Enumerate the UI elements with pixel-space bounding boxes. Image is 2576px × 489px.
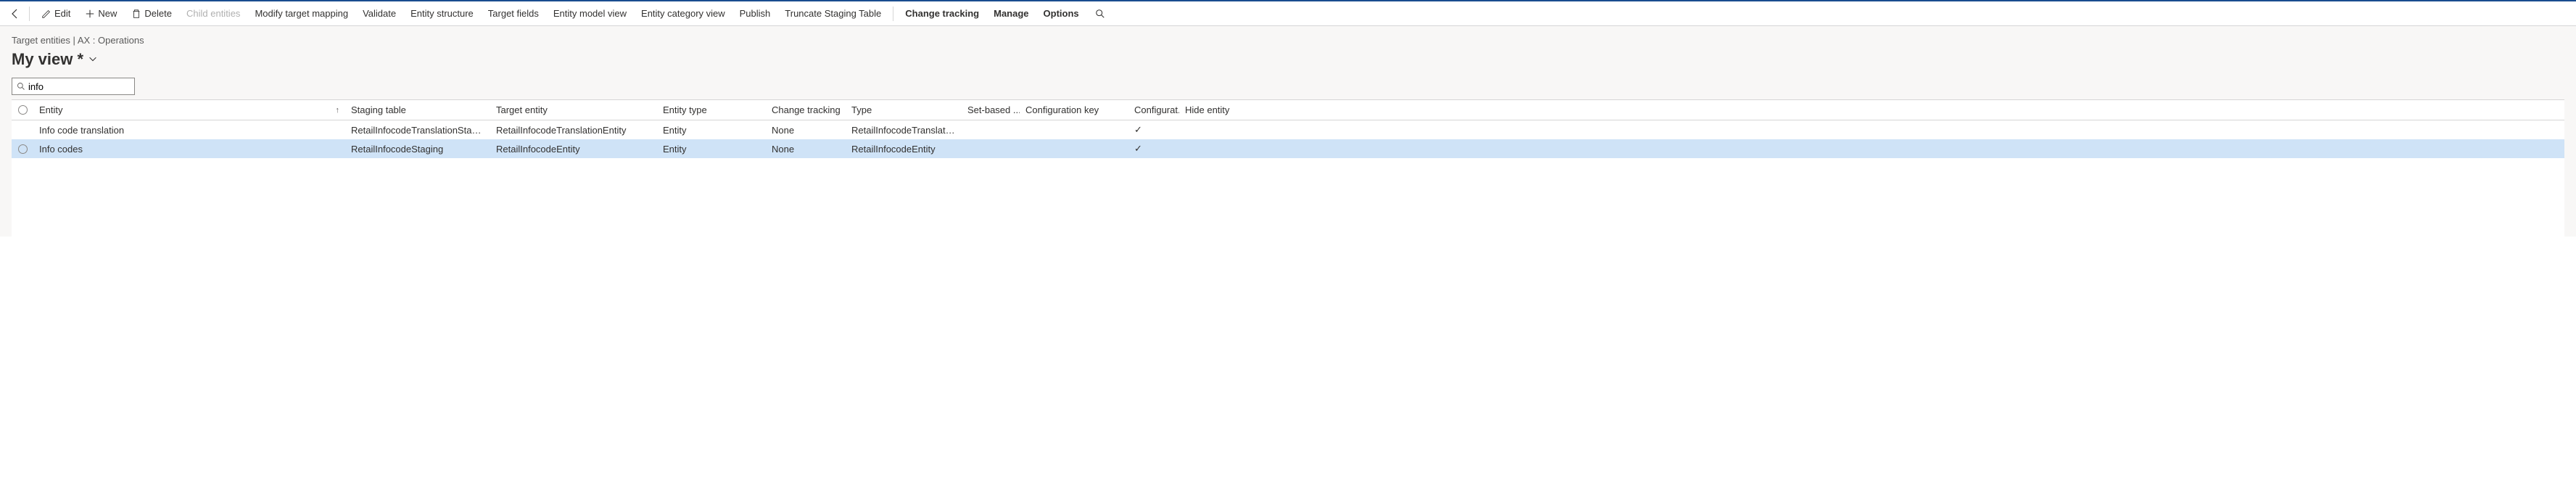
- col-type[interactable]: Type: [846, 102, 962, 118]
- options-label: Options: [1044, 8, 1079, 19]
- entity-structure-button[interactable]: Entity structure: [405, 6, 479, 21]
- cell-spacer: [1244, 128, 2564, 132]
- manage-button[interactable]: Manage: [988, 6, 1034, 21]
- cell-staging-table: RetailInfocodeTranslationStaging: [345, 123, 490, 138]
- sort-asc-icon: ↑: [336, 106, 340, 115]
- cell-entity: Info code translation: [33, 123, 345, 138]
- filter-wrap: [12, 78, 135, 95]
- cell-change-tracking: None: [766, 123, 846, 138]
- entity-category-view-button[interactable]: Entity category view: [635, 6, 731, 21]
- page-title: My view *: [12, 50, 83, 69]
- col-configurat[interactable]: Configurat...: [1128, 102, 1179, 118]
- cell-target-entity: RetailInfocodeEntity: [490, 141, 657, 157]
- new-button[interactable]: New: [79, 6, 123, 21]
- entity-model-view-button[interactable]: Entity model view: [548, 6, 632, 21]
- cell-entity-type: Entity: [657, 123, 766, 138]
- cell-change-tracking: None: [766, 141, 846, 157]
- pencil-icon: [41, 9, 51, 19]
- change-tracking-label: Change tracking: [905, 8, 979, 19]
- grid-header: Entity ↑ Staging table Target entity Ent…: [12, 100, 2564, 120]
- cell-set-based: [962, 147, 1020, 151]
- filter-input[interactable]: [28, 81, 130, 92]
- col-entity[interactable]: Entity ↑: [33, 102, 345, 118]
- circle-icon: [18, 105, 28, 115]
- content-area: Target entities | AX : Operations My vie…: [0, 26, 2576, 237]
- entity-model-view-label: Entity model view: [553, 8, 627, 19]
- action-bar: Edit New Delete Child entities Modify ta…: [0, 1, 2576, 26]
- cell-configurat: ✓: [1128, 141, 1179, 157]
- entity-category-view-label: Entity category view: [641, 8, 725, 19]
- plus-icon: [85, 9, 95, 19]
- validate-label: Validate: [363, 8, 396, 19]
- col-spacer: [1244, 107, 2564, 113]
- publish-label: Publish: [740, 8, 771, 19]
- delete-button[interactable]: Delete: [125, 6, 178, 21]
- child-entities-label: Child entities: [186, 8, 240, 19]
- options-button[interactable]: Options: [1038, 6, 1085, 21]
- validate-button[interactable]: Validate: [357, 6, 402, 21]
- back-button[interactable]: [7, 6, 23, 22]
- cell-target-entity: RetailInfocodeTranslationEntity: [490, 123, 657, 138]
- cell-spacer: [1244, 147, 2564, 151]
- change-tracking-button[interactable]: Change tracking: [899, 6, 985, 21]
- chevron-down-icon: [88, 54, 98, 64]
- header-select-all[interactable]: [12, 102, 33, 118]
- cell-type: RetailInfocodeEntity: [846, 141, 962, 157]
- cell-entity-type: Entity: [657, 141, 766, 157]
- truncate-staging-label: Truncate Staging Table: [785, 8, 881, 19]
- search-icon: [1095, 9, 1105, 19]
- arrow-left-icon: [9, 8, 21, 20]
- target-fields-button[interactable]: Target fields: [482, 6, 545, 21]
- grid-body: Info code translationRetailInfocodeTrans…: [12, 120, 2564, 237]
- edit-button[interactable]: Edit: [36, 6, 76, 21]
- col-configuration-key[interactable]: Configuration key: [1020, 102, 1128, 118]
- entity-grid: Entity ↑ Staging table Target entity Ent…: [12, 99, 2564, 237]
- col-target-entity[interactable]: Target entity: [490, 102, 657, 118]
- cell-configuration-key: [1020, 147, 1128, 151]
- child-entities-button: Child entities: [181, 6, 246, 21]
- view-dropdown[interactable]: [88, 54, 98, 66]
- cell-hide-entity: [1179, 128, 1244, 132]
- cell-entity: Info codes: [33, 141, 345, 157]
- publish-button[interactable]: Publish: [734, 6, 777, 21]
- truncate-staging-button[interactable]: Truncate Staging Table: [779, 6, 887, 21]
- new-label: New: [98, 8, 117, 19]
- title-row: My view *: [12, 49, 2564, 75]
- cell-set-based: [962, 128, 1020, 132]
- col-entity-label: Entity: [39, 104, 63, 115]
- delete-label: Delete: [144, 8, 172, 19]
- breadcrumb: Target entities | AX : Operations: [12, 32, 2564, 49]
- col-set-based[interactable]: Set-based ...: [962, 102, 1020, 118]
- table-row[interactable]: Info codesRetailInfocodeStagingRetailInf…: [12, 139, 2564, 158]
- col-change-tracking[interactable]: Change tracking: [766, 102, 846, 118]
- table-row[interactable]: Info code translationRetailInfocodeTrans…: [12, 120, 2564, 139]
- filter-row: [12, 75, 2564, 99]
- trash-icon: [131, 9, 141, 19]
- edit-label: Edit: [54, 8, 70, 19]
- modify-target-mapping-label: Modify target mapping: [255, 8, 348, 19]
- entity-structure-label: Entity structure: [410, 8, 474, 19]
- cell-hide-entity: [1179, 147, 1244, 151]
- cell-configurat: ✓: [1128, 122, 1179, 138]
- row-selector[interactable]: [12, 142, 33, 156]
- cell-configuration-key: [1020, 128, 1128, 132]
- modify-target-mapping-button[interactable]: Modify target mapping: [249, 6, 354, 21]
- filter-search-icon: [17, 82, 25, 91]
- manage-label: Manage: [994, 8, 1028, 19]
- col-hide-entity[interactable]: Hide entity: [1179, 102, 1244, 118]
- separator: [29, 7, 30, 21]
- col-staging-table[interactable]: Staging table: [345, 102, 490, 118]
- search-button[interactable]: [1092, 6, 1108, 22]
- col-entity-type[interactable]: Entity type: [657, 102, 766, 118]
- circle-icon: [18, 144, 28, 154]
- target-fields-label: Target fields: [488, 8, 539, 19]
- cell-staging-table: RetailInfocodeStaging: [345, 141, 490, 157]
- cell-type: RetailInfocodeTranslation...: [846, 123, 962, 138]
- row-selector[interactable]: [12, 128, 33, 132]
